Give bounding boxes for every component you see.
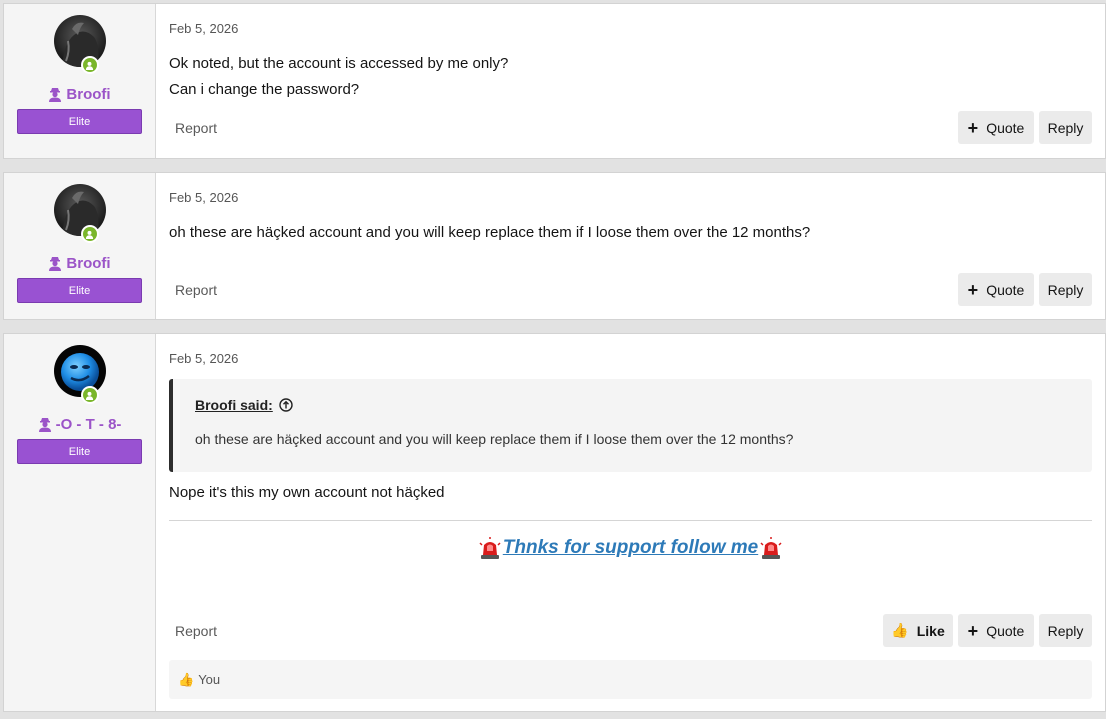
user-badge-icon: [38, 417, 51, 432]
reactions-list[interactable]: You: [198, 672, 220, 687]
post-user-panel: Broofi Elite: [4, 173, 156, 319]
avatar-image: [53, 15, 106, 67]
avatar-image: [53, 184, 106, 236]
report-link[interactable]: Report: [169, 282, 217, 298]
post-main: Feb 5, 2026 Broofi said: oh these are hä…: [156, 334, 1105, 711]
post-actions: 👍 Like + Quote Reply: [883, 614, 1092, 647]
reply-button[interactable]: Reply: [1039, 273, 1092, 306]
user-role-banner: Elite: [17, 278, 142, 303]
siren-icon: [760, 537, 782, 559]
quote-button-label: Quote: [986, 119, 1025, 136]
avatar-image: [53, 345, 106, 397]
post-body-line: Ok noted, but the account is accessed by…: [169, 55, 509, 72]
quote-text: oh these are häçked account and you will…: [195, 431, 794, 447]
post-user-panel: Broofi Elite: [4, 4, 156, 158]
avatar[interactable]: [53, 15, 106, 74]
quote-attribution-text: Broofi said:: [195, 397, 273, 413]
username-text: -O - T - 8-: [55, 415, 122, 433]
post-user-panel: -O - T - 8- Elite: [4, 334, 156, 711]
post-body: oh these are häçked account and you will…: [169, 220, 1092, 246]
user-role-banner: Elite: [17, 439, 142, 464]
post-main: Feb 5, 2026 oh these are häçked account …: [156, 173, 1105, 319]
plus-icon: +: [967, 620, 979, 641]
like-button-label: Like: [916, 622, 945, 639]
thumbs-up-icon: 👍: [178, 671, 195, 687]
quote-button-label: Quote: [986, 622, 1025, 639]
username-text: Broofi: [66, 254, 111, 272]
plus-icon: +: [967, 117, 979, 138]
post-date[interactable]: Feb 5, 2026: [169, 21, 1092, 37]
signature: Thnks for support follow me: [169, 537, 1092, 559]
online-status-icon: [80, 56, 99, 74]
online-status-icon: [80, 386, 99, 404]
thumbs-up-icon: 👍: [891, 622, 909, 638]
post-footer: Report + Quote Reply: [169, 111, 1092, 144]
quote-button[interactable]: + Quote: [958, 614, 1034, 647]
signature-link[interactable]: Thnks for support follow me: [503, 537, 758, 559]
signature-divider: [169, 520, 1092, 521]
online-status-icon: [80, 225, 99, 243]
quote-attribution[interactable]: Broofi said:: [195, 397, 1070, 413]
quote-button[interactable]: + Quote: [958, 273, 1034, 306]
like-button[interactable]: 👍 Like: [883, 614, 953, 647]
post-date[interactable]: Feb 5, 2026: [169, 351, 1092, 367]
post-footer: Report 👍 Like + Quote Reply: [169, 614, 1092, 647]
quote-button-label: Quote: [986, 281, 1025, 298]
post-main: Feb 5, 2026 Ok noted, but the account is…: [156, 4, 1105, 158]
avatar[interactable]: [53, 345, 106, 404]
quote-block: Broofi said: oh these are häçked account…: [169, 379, 1092, 472]
post-body: Ok noted, but the account is accessed by…: [169, 51, 1092, 103]
username[interactable]: -O - T - 8-: [38, 414, 122, 434]
username-text: Broofi: [66, 85, 111, 103]
avatar[interactable]: [53, 184, 106, 243]
reactions-bar[interactable]: 👍 You: [169, 660, 1092, 699]
username[interactable]: Broofi: [48, 253, 111, 273]
post-body-line: oh these are häçked account and you will…: [169, 224, 811, 241]
circle-arrow-up-icon[interactable]: [279, 398, 293, 412]
siren-icon: [479, 537, 501, 559]
post: Broofi Elite Feb 5, 2026 Ok noted, but t…: [3, 3, 1106, 159]
report-link[interactable]: Report: [169, 120, 217, 136]
reply-button[interactable]: Reply: [1039, 614, 1092, 647]
user-role-banner: Elite: [17, 109, 142, 134]
quote-button[interactable]: + Quote: [958, 111, 1034, 144]
post: -O - T - 8- Elite Feb 5, 2026 Broofi sai…: [3, 333, 1106, 712]
user-badge-icon: [49, 256, 62, 271]
username[interactable]: Broofi: [48, 84, 111, 104]
plus-icon: +: [967, 279, 979, 300]
post-date[interactable]: Feb 5, 2026: [169, 190, 1092, 206]
post-actions: + Quote Reply: [958, 111, 1092, 144]
post-body-line: Can i change the password?: [169, 81, 360, 98]
report-link[interactable]: Report: [169, 623, 217, 639]
post-actions: + Quote Reply: [958, 273, 1092, 306]
post: Broofi Elite Feb 5, 2026 oh these are hä…: [3, 172, 1106, 320]
reply-button[interactable]: Reply: [1039, 111, 1092, 144]
post-body-line: Nope it's this my own account not häçked: [169, 484, 445, 501]
post-body: Nope it's this my own account not häçked: [169, 480, 1092, 506]
post-footer: Report + Quote Reply: [169, 273, 1092, 306]
user-badge-icon: [49, 87, 62, 102]
